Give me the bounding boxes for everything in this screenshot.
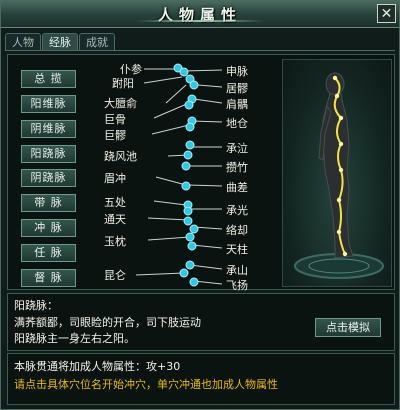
acupoint-node[interactable] <box>185 140 195 150</box>
acupoint-node[interactable] <box>183 150 193 160</box>
attribute-bonus-panel: 本脉贯通将加成人物属性：攻+30 请点击具体穴位名开始冲穴，单穴冲通也加成人物属… <box>7 353 395 405</box>
acupoint-node[interactable] <box>185 122 195 132</box>
acupoint-node[interactable] <box>181 181 191 191</box>
close-button[interactable]: ✕ <box>377 4 396 23</box>
acupoint-qucha[interactable]: 曲差 <box>226 179 248 195</box>
acupoint-node[interactable] <box>183 206 193 216</box>
acupoint-dicang[interactable]: 地仓 <box>226 115 248 131</box>
tab-character[interactable]: 人物 <box>5 33 41 50</box>
acupoint-juliao[interactable]: 巨髎 <box>104 127 126 143</box>
bonus-text: 本脉贯通将加成人物属性：攻+30 <box>14 360 181 373</box>
acupoint-node[interactable] <box>181 161 191 171</box>
body-figure-panel <box>282 59 392 287</box>
acupoint-node[interactable] <box>179 268 189 278</box>
acupoint-qiaofengchi[interactable]: 跷风池 <box>104 148 137 164</box>
acupoint-node[interactable] <box>185 232 195 242</box>
acupoint-yuzhen[interactable]: 玉枕 <box>104 233 126 249</box>
acupoint-fuyang[interactable]: 跗阳 <box>112 75 134 91</box>
body-figure <box>294 72 384 279</box>
character-attributes-window: 人物属性 ✕ 人物 经脉 成就 总 揽 阳维脉 阴维脉 阳跷脉 阴跷脉 带 脉 … <box>0 0 400 410</box>
tab-achievements[interactable]: 成就 <box>79 33 115 50</box>
acupoint-chengshan[interactable]: 承山 <box>226 262 248 278</box>
title-ornament <box>136 20 264 22</box>
acupoint-jianyu[interactable]: 肩髃 <box>226 96 248 112</box>
title-bar[interactable]: 人物属性 ✕ <box>1 1 399 28</box>
acupoint-shenmai[interactable]: 申脉 <box>226 63 248 79</box>
tab-divider <box>5 50 395 51</box>
acupoint-jugu[interactable]: 巨骨 <box>104 111 126 127</box>
tab-meridians[interactable]: 经脉 <box>42 33 78 50</box>
acupoint-luoque[interactable]: 络却 <box>226 222 248 238</box>
simulate-button[interactable]: 点击模拟 <box>315 318 381 337</box>
description-title: 阳跷脉： <box>14 299 58 312</box>
acupoint-tianzhu[interactable]: 天柱 <box>226 241 248 257</box>
connector-lines <box>135 68 223 285</box>
acupoint-chengguang[interactable]: 承光 <box>226 202 248 218</box>
hint-text: 请点击具体穴位名开始冲穴，单穴冲通也加成人物属性 <box>14 378 278 391</box>
acupoint-node[interactable] <box>187 241 197 251</box>
description-line: 阳跷脉主一身左右之阳。 <box>14 332 135 345</box>
description-line: 满荞额鄙，司眼睑的开合，司下肢运动 <box>14 316 201 329</box>
acupoint-node[interactable] <box>185 260 195 270</box>
acupoint-node[interactable] <box>183 216 193 226</box>
acupoint-juliao2[interactable]: 居髎 <box>226 80 248 96</box>
acupoint-kunlun[interactable]: 昆仑 <box>104 267 126 283</box>
acupoint-chengqi[interactable]: 承泣 <box>226 140 248 156</box>
acupoint-wuchu[interactable]: 五处 <box>104 194 126 210</box>
acupoint-node[interactable] <box>179 67 189 77</box>
acupoint-cuanzhu[interactable]: 攒竹 <box>226 159 248 175</box>
acupoint-nodes <box>173 63 199 287</box>
acupoint-node[interactable] <box>189 80 199 90</box>
acupoint-node[interactable] <box>189 277 199 287</box>
meridian-panel: 总 揽 阳维脉 阴维脉 阳跷脉 阴跷脉 带 脉 冲 脉 任 脉 督 脉 仆参 跗… <box>7 54 395 293</box>
acupoint-node[interactable] <box>189 224 199 234</box>
acupoint-feiyang[interactable]: 飞扬 <box>226 277 248 293</box>
acupoint-dashanyu[interactable]: 大膻俞 <box>104 95 137 111</box>
acupoint-meichong[interactable]: 眉冲 <box>104 170 126 186</box>
acupoint-tongtian[interactable]: 通天 <box>104 211 126 227</box>
acupoint-node[interactable] <box>184 100 194 110</box>
